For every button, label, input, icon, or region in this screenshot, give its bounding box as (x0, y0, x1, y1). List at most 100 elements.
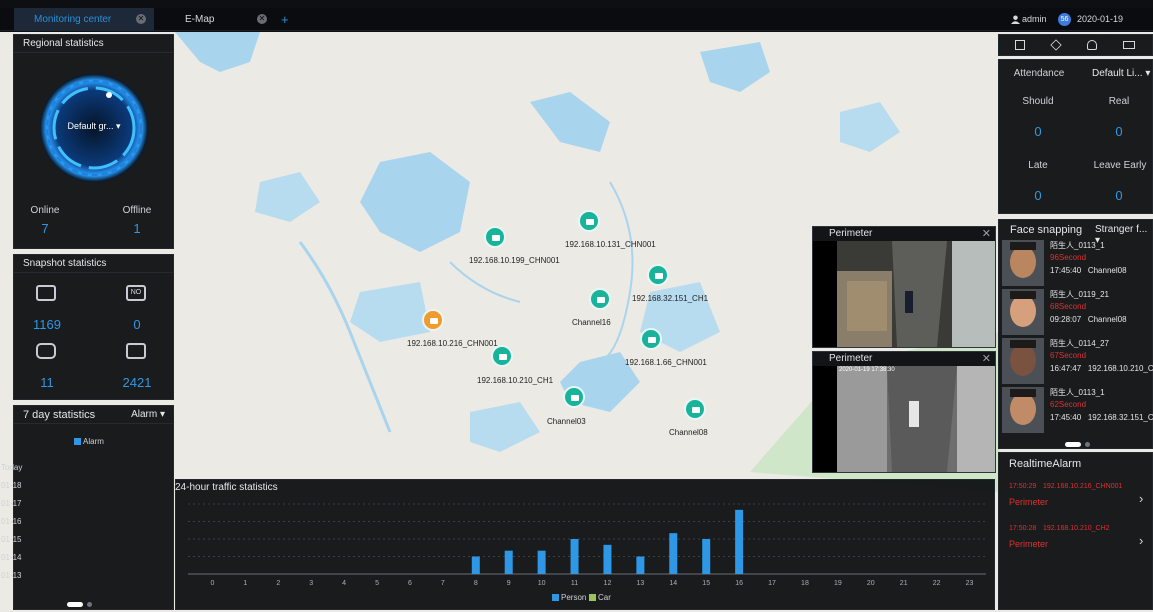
bar-person-11[interactable] (570, 539, 579, 574)
person-icon[interactable] (1087, 40, 1097, 50)
pager-dot-active[interactable] (1065, 442, 1081, 447)
face-time: 17:45:40 (1050, 413, 1082, 422)
bar-person-14[interactable] (669, 533, 678, 574)
x-tick-label: 0 (211, 580, 215, 587)
x-tick-label: 8 (474, 580, 478, 587)
device-name: 192.168.10.216_CHN001 (407, 339, 498, 348)
alarm-item[interactable]: 17:50:28 192.168.10.210_CH2 Perimeter › (999, 525, 1153, 561)
tab-monitoring-label: Monitoring center (34, 14, 112, 25)
video-window[interactable]: Perimeter ✕ (812, 226, 996, 348)
attendance-filter-label: Default Li... (1092, 68, 1143, 79)
alarm-source: 192.168.10.210_CH2 (1043, 525, 1110, 532)
alarm-type: Perimeter (1009, 497, 1049, 507)
x-tick-label: 1 (243, 580, 247, 587)
should-label: Should (1022, 96, 1054, 107)
user-name[interactable]: admin (1022, 8, 1047, 31)
camera-icon[interactable] (647, 264, 669, 286)
chevron-right-icon[interactable]: › (1139, 491, 1143, 506)
face-stay-duration: 96Second (1050, 253, 1087, 262)
close-icon[interactable]: ✕ (982, 227, 991, 241)
alarm-item[interactable]: 17:50:29 192.168.10.216_CHN001 Perimeter › (999, 483, 1153, 519)
alarm-time: 17:50:28 (1009, 525, 1037, 532)
late-count: 0 (1034, 188, 1042, 203)
tab-monitoring-center[interactable]: Monitoring center ✕ (14, 8, 154, 31)
tab-emap[interactable]: E-Map ✕ (165, 8, 275, 31)
close-icon[interactable]: ✕ (136, 14, 146, 24)
dome-icon[interactable] (578, 210, 600, 232)
fullscreen-icon[interactable] (1123, 41, 1135, 49)
seven-day-statistics-panel: 7 day statistics Alarm ▾ Alarm Today 01-1… (1, 405, 174, 610)
close-icon[interactable]: ✕ (982, 352, 991, 366)
bullet-icon[interactable] (684, 398, 706, 420)
non-motor-icon (126, 343, 146, 359)
x-tick-label: 4 (342, 580, 346, 587)
attendance-filter-select[interactable]: Default Li... ▾ (1092, 68, 1150, 79)
x-tick-label: 21 (900, 580, 908, 587)
device-name: 192.168.32.151_CH1 (632, 294, 709, 303)
face-name: 陌生人_0114_27 (1050, 339, 1109, 348)
pager-dot-active[interactable] (67, 602, 83, 607)
no-face-icon: NO (126, 285, 146, 301)
face-snapshot-item[interactable]: 陌生人_0113_1 62Second 17:45:40 192.168.32.15… (999, 385, 1153, 435)
face-snapping-panel: Face snapping Stranger f... ▾ 陌生人_0113_1… (998, 219, 1153, 449)
datetime-display: 2020-01-19 17:51:07 (1077, 14, 1124, 47)
user-icon (1011, 15, 1020, 24)
face-channel: 192.168.10.210_CH (1087, 364, 1153, 373)
bar-person-8[interactable] (471, 556, 480, 575)
face-name: 陌生人_0113_1 (1050, 388, 1105, 397)
add-tab-button[interactable]: + (281, 8, 289, 31)
bar-person-10[interactable] (537, 550, 546, 574)
vehicle-count: 11 (40, 375, 54, 390)
x-tick-label: 10 (538, 580, 546, 587)
x-tick-label: 5 (375, 580, 379, 587)
video-frame (837, 366, 995, 472)
pager-dot[interactable] (87, 602, 92, 607)
bar-person-12[interactable] (603, 544, 612, 574)
camera-icon[interactable] (640, 328, 662, 350)
seven-day-filter-select[interactable]: Alarm ▾ (131, 409, 165, 420)
chevron-right-icon[interactable]: › (1139, 533, 1143, 548)
seven-day-row-label: 01-18 (1, 481, 22, 490)
face-thumbnail (1002, 338, 1044, 384)
bar-person-9[interactable] (504, 550, 513, 574)
dome-icon[interactable] (563, 386, 585, 408)
real-count: 0 (1115, 124, 1123, 139)
device-name: 192.168.10.210_CH1 (477, 376, 554, 385)
camera-icon[interactable] (491, 345, 513, 367)
face-snapshot-item[interactable]: 陌生人_0119_21 68Second 09:28:07 Channel08 (999, 287, 1153, 337)
camera-icon[interactable] (484, 226, 506, 248)
bar-person-15[interactable] (702, 539, 711, 574)
seven-day-row-label: 01-16 (1, 517, 22, 526)
camera-icon[interactable] (589, 288, 611, 310)
panel-title: Regional statistics (14, 35, 173, 53)
x-tick-label: 13 (636, 580, 644, 587)
close-icon[interactable]: ✕ (257, 14, 267, 24)
layers-icon[interactable] (1050, 39, 1062, 51)
bar-person-13[interactable] (636, 556, 645, 575)
video-timestamp: 2020-01-19 17:38:30 (839, 367, 895, 373)
face-thumbnail (1002, 240, 1044, 286)
tab-emap-label: E-Map (185, 14, 215, 25)
x-tick-label: 3 (309, 580, 313, 587)
x-tick-label: 2 (276, 580, 280, 587)
notification-badge[interactable]: 56 (1058, 13, 1071, 26)
offline-label: Offline (122, 205, 152, 216)
face-snapshot-item[interactable]: 陌生人_0114_27 67Second 16:47:47 192.168.10.2… (999, 336, 1153, 386)
bar-person-16[interactable] (735, 509, 744, 574)
region-group-select[interactable]: Default gr... ▾ (44, 121, 144, 132)
alarm-icon[interactable] (422, 309, 444, 331)
no-face-count: 0 (133, 317, 141, 332)
select-area-icon[interactable] (1015, 40, 1025, 50)
video-window[interactable]: Perimeter ✕ 2020-01-19 17:38:30 (812, 351, 996, 473)
x-tick-label: 22 (933, 580, 941, 587)
regional-statistics-panel: Regional statistics Default gr... ▾ Onli… (13, 34, 174, 249)
legend-person-swatch (552, 594, 559, 601)
online-label: Online (30, 205, 60, 216)
face-snapshot-item[interactable]: 陌生人_0113_1 96Second 17:45:40 Channel08 (999, 238, 1153, 288)
pager-dot[interactable] (1085, 442, 1090, 447)
face-filter-label: Stranger f... (1095, 224, 1148, 235)
x-tick-label: 18 (801, 580, 809, 587)
face-stay-duration: 67Second (1050, 351, 1087, 360)
x-tick-label: 12 (604, 580, 612, 587)
video-title: Perimeter (829, 353, 873, 364)
